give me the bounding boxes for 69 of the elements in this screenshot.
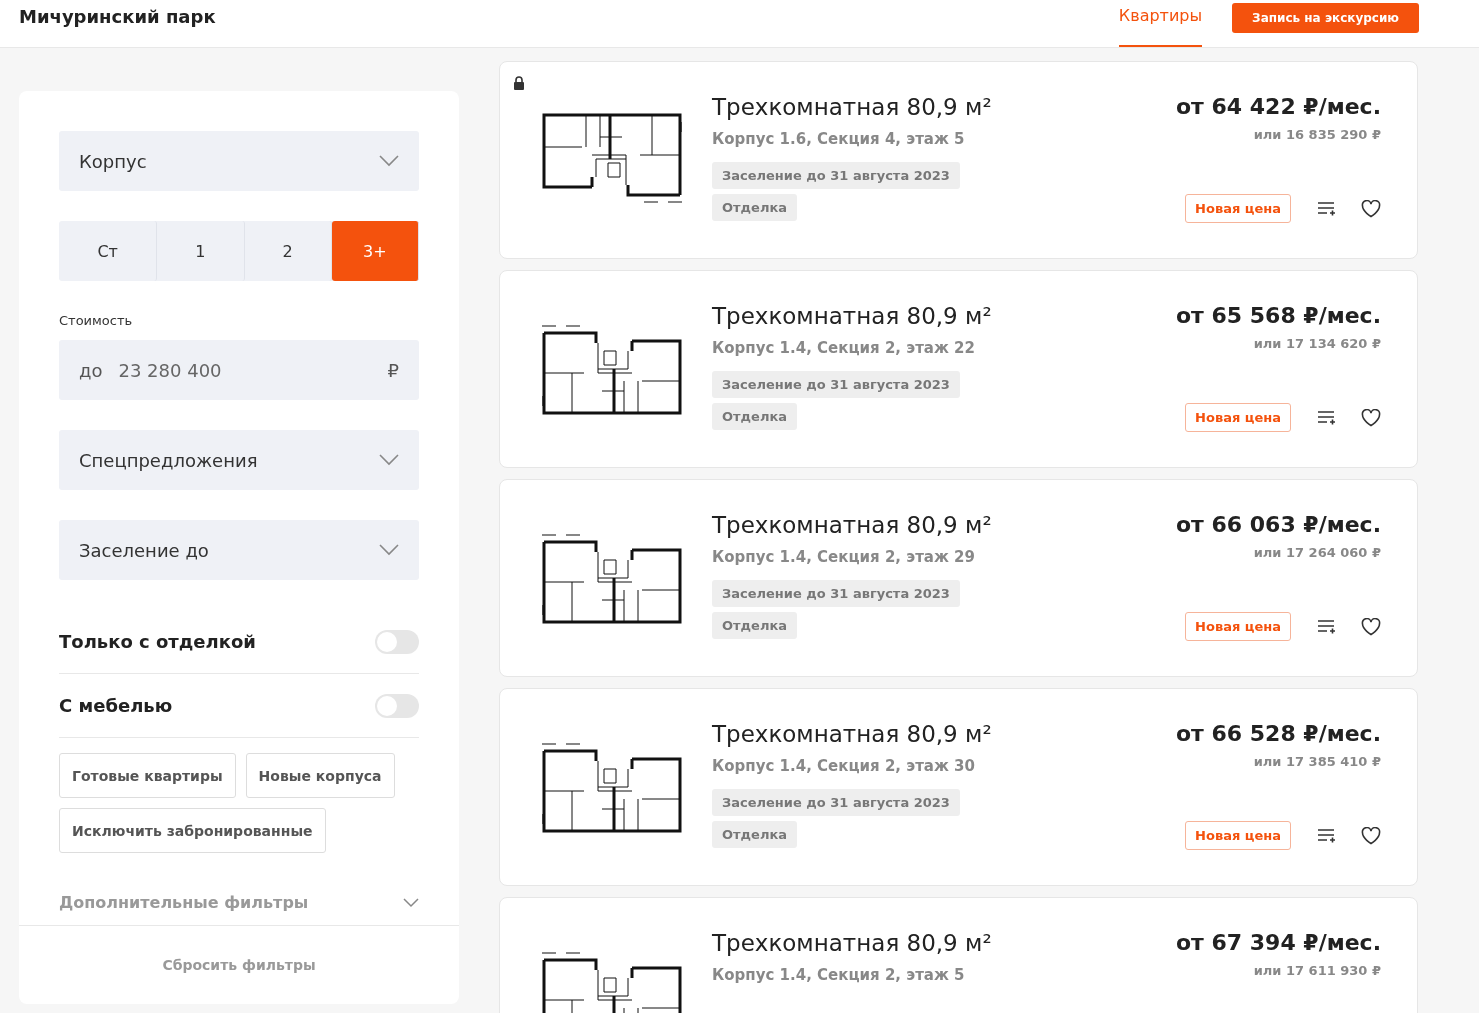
dropdown[interactable]: Спецпредложения (59, 430, 419, 490)
new-price-badge: Новая цена (1185, 612, 1291, 641)
room-option[interactable]: 1 (157, 221, 245, 281)
apartment-title: Трехкомнатная 80,9 м² (712, 930, 993, 956)
apartment-card[interactable]: Трехкомнатная 80,9 м² Корпус 1.4, Секция 2, этаж 22 Заселение до 31 августа 2023 Отделка от 65 568 ₽/мес. или 17 134 620 ₽ Новая цена (499, 270, 1418, 468)
currency-text: ₽ (387, 359, 399, 381)
total-price: или 17 385 410 ₽ (1253, 754, 1381, 769)
apartment-title: Трехкомнатная 80,9 м² (712, 303, 993, 329)
info-tag: Заселение до 31 августа 2023 (712, 789, 960, 816)
info-tag: Заселение до 31 августа 2023 (712, 580, 960, 607)
address-text: Корпус 1.6, Секция 4, этаж 5 (712, 130, 966, 148)
lock-icon (513, 76, 525, 90)
address-text: Корпус 1.4, Секция 2, этаж 22 (712, 339, 976, 357)
address-text: Корпус 1.4, Секция 2, этаж 5 (712, 966, 966, 984)
total-price: или 17 134 620 ₽ (1253, 336, 1381, 351)
dropdown[interactable]: Корпус (59, 131, 419, 191)
new-price-badge: Новая цена (1185, 194, 1291, 223)
field-label: Стоимость (59, 313, 134, 328)
monthly-price: от 66 063 ₽/мес. (1175, 512, 1381, 537)
heart-icon[interactable] (1361, 826, 1381, 845)
address-text: Корпус 1.4, Секция 2, этаж 29 (712, 548, 976, 566)
site-title: Мичуринский парк (19, 6, 216, 27)
apartment-title: Трехкомнатная 80,9 м² (712, 512, 993, 538)
apartment-card[interactable]: Трехкомнатная 80,9 м² Корпус 1.6, Секция 4, этаж 5 Заселение до 31 августа 2023 Отделка от 64 422 ₽/мес. или 16 835 290 ₽ Новая цена (499, 61, 1418, 259)
toggle-switch[interactable] (375, 693, 419, 718)
info-tag: Заселение до 31 августа 2023 (712, 162, 960, 189)
apartment-card[interactable]: Трехкомнатная 80,9 м² Корпус 1.4, Секция 2, этаж 29 Заселение до 31 августа 2023 Отделка от 66 063 ₽/мес. или 17 264 060 ₽ Новая цена (499, 479, 1418, 677)
dropdown[interactable]: Заселение до (59, 520, 419, 580)
price-field[interactable]: до 23 280 400 ₽ (59, 340, 419, 400)
monthly-price: от 64 422 ₽/мес. (1175, 94, 1381, 119)
toggle-label: С мебелью (59, 695, 173, 716)
toggle-switch[interactable] (375, 629, 419, 654)
apartment-title: Трехкомнатная 80,9 м² (712, 94, 993, 120)
info-tag: Отделка (712, 194, 798, 221)
room-option[interactable]: 2 (244, 221, 332, 281)
filter-chip[interactable]: Новые корпуса (245, 753, 395, 798)
chevron-icon (379, 544, 399, 556)
info-tag: Заселение до 31 августа 2023 (712, 371, 960, 398)
heart-icon[interactable] (1361, 617, 1381, 636)
chevron-icon (403, 897, 419, 908)
room-option[interactable]: Ст (59, 221, 158, 281)
compare-list-icon[interactable] (1317, 618, 1335, 635)
toggle-label: Только с отделкой (59, 631, 256, 652)
apartment-title: Трехкомнатная 80,9 м² (712, 721, 993, 747)
info-tag: Отделка (712, 403, 798, 430)
info-tag: Отделка (712, 821, 798, 848)
total-price: или 16 835 290 ₽ (1253, 127, 1381, 142)
apartment-card[interactable]: Трехкомнатная 80,9 м² Корпус 1.4, Секция 2, этаж 5 от 67 394 ₽/мес. или 17 611 930 ₽ (499, 897, 1418, 1013)
chevron-icon (379, 454, 399, 466)
compare-list-icon[interactable] (1317, 827, 1335, 844)
total-price: или 17 611 930 ₽ (1253, 963, 1381, 978)
compare-list-icon[interactable] (1317, 200, 1335, 217)
filter-chip[interactable]: Готовые квартиры (59, 753, 236, 798)
filter-chip[interactable]: Исключить забронированные (59, 808, 326, 853)
new-price-badge: Новая цена (1185, 403, 1291, 432)
prefix-text: до (79, 359, 103, 381)
new-price-badge: Новая цена (1185, 821, 1291, 850)
heart-icon[interactable] (1361, 408, 1381, 427)
total-price: или 17 264 060 ₽ (1253, 545, 1381, 560)
compare-list-icon[interactable] (1317, 409, 1335, 426)
chevron-icon (379, 155, 399, 167)
apartment-card[interactable]: Трехкомнатная 80,9 м² Корпус 1.4, Секция 2, этаж 30 Заселение до 31 августа 2023 Отделка от 66 528 ₽/мес. или 17 385 410 ₽ Новая цена (499, 688, 1418, 886)
monthly-price: от 66 528 ₽/мес. (1175, 721, 1381, 746)
heart-icon[interactable] (1361, 199, 1381, 218)
price-input[interactable]: 23 280 400 (116, 358, 388, 382)
address-text: Корпус 1.4, Секция 2, этаж 30 (712, 757, 976, 775)
monthly-price: от 67 394 ₽/мес. (1175, 930, 1381, 955)
monthly-price: от 65 568 ₽/мес. (1175, 303, 1381, 328)
info-tag: Отделка (712, 612, 798, 639)
